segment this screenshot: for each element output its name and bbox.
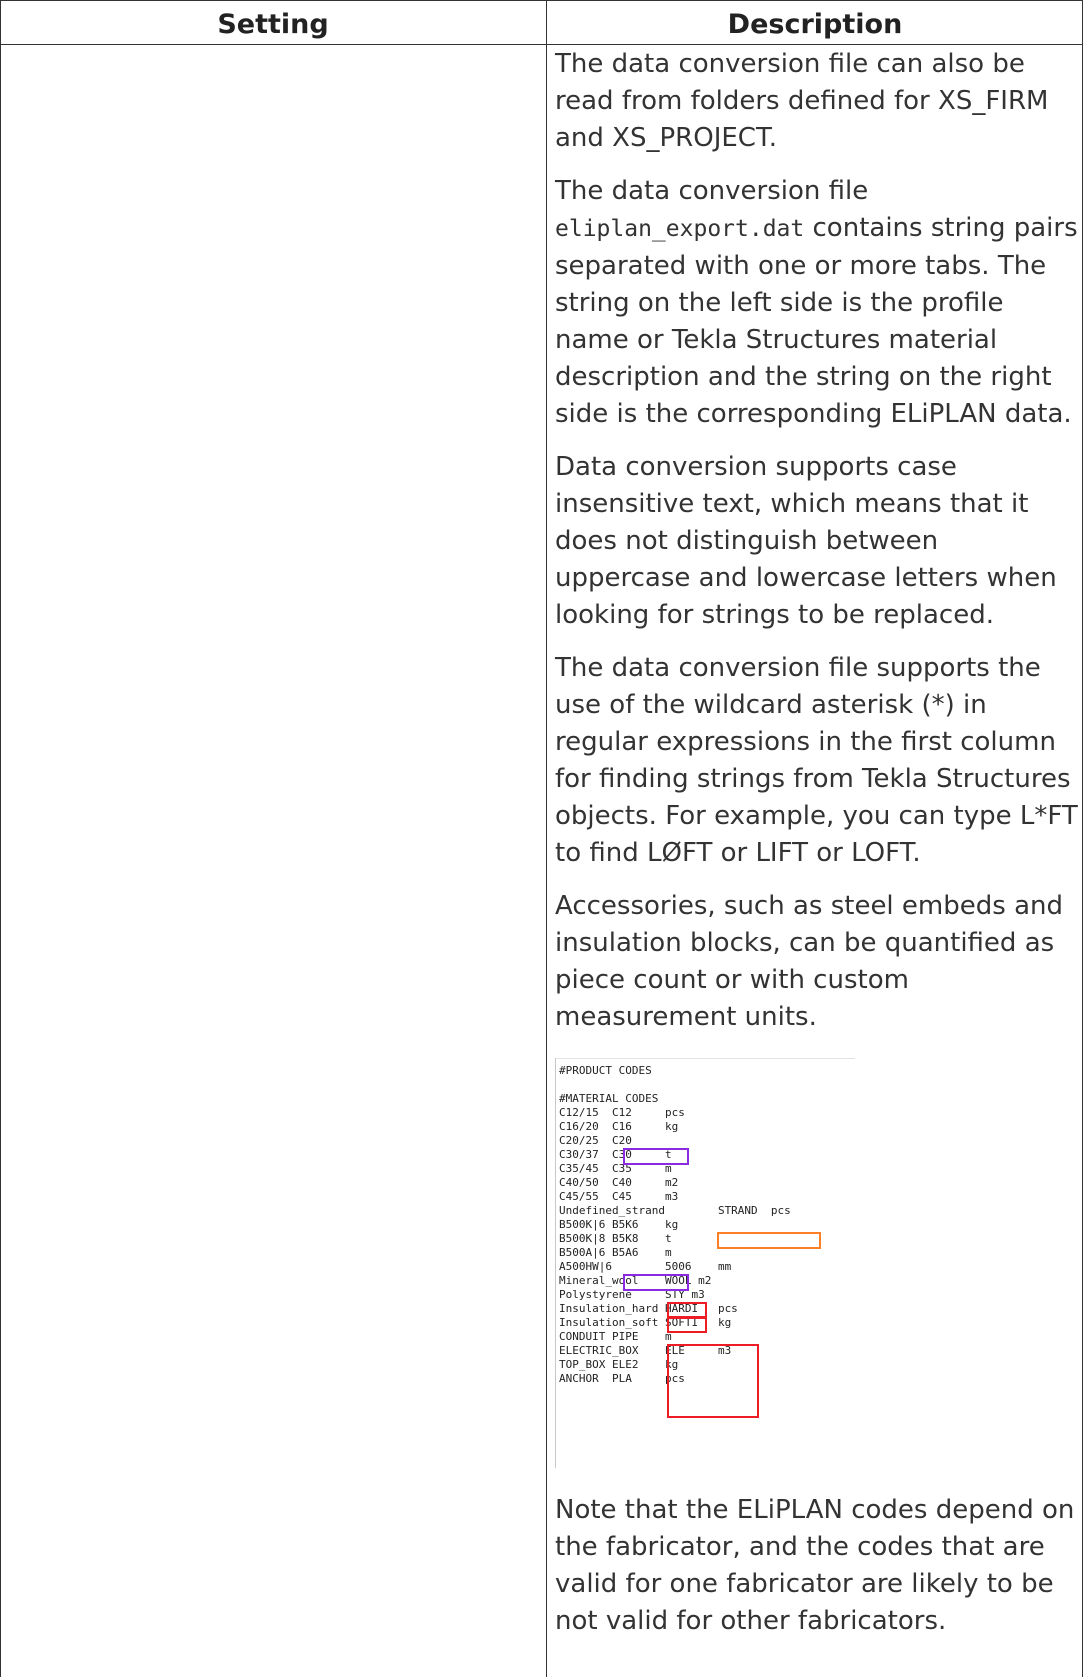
header-description: Description (727, 9, 903, 40)
table-header-row: Setting Description (0, 0, 1083, 45)
file-name-code: eliplan_export.dat (555, 216, 805, 242)
screenshot-line: C16/20 C16 kg (559, 1120, 679, 1133)
screenshot-line: A500HW|6 5006 mm (559, 1260, 732, 1273)
screenshot-line: CONDUIT PIPE m (559, 1330, 672, 1343)
highlight-box-b5k8 (623, 1274, 689, 1291)
screenshot-line: C20/25 C20 (559, 1134, 632, 1147)
highlight-box-sty (667, 1316, 707, 1333)
screenshot-line: B500K|6 B5K6 kg (559, 1218, 679, 1231)
conversion-file-screenshot: #PRODUCT CODES #MATERIAL CODES C12/15 C12 … (555, 1052, 860, 1470)
screenshot-line: C12/15 C12 pcs (559, 1106, 685, 1119)
screenshot-top-edge (555, 1058, 855, 1059)
settings-table: Setting Description The data conversion … (0, 0, 1083, 1677)
screenshot-line: ANCHOR PLA pcs (559, 1372, 685, 1385)
paragraph-case-insensitive: Data conversion supports case insensitiv… (555, 452, 1057, 630)
screenshot-line: Undefined_strand STRAND pcs (559, 1204, 791, 1217)
screenshot-line: B500K|8 B5K8 t (559, 1232, 672, 1245)
screenshot-line: C45/55 C45 m3 (559, 1190, 679, 1203)
highlight-box-strand (717, 1232, 821, 1249)
file-format-text-after: contains string pairs separated with one… (555, 213, 1078, 429)
file-format-text-before: The data conversion file (555, 176, 869, 206)
highlight-box-softi-group (667, 1344, 759, 1418)
paragraph-wildcard: The data conversion file supports the us… (555, 653, 1078, 868)
paragraph-accessories: Accessories, such as steel embeds and in… (555, 891, 1063, 1032)
description-cell: The data conversion file can also be rea… (555, 46, 1080, 1656)
header-setting: Setting (217, 9, 329, 40)
paragraph-folders: The data conversion file can also be rea… (555, 49, 1049, 153)
highlight-box-c30 (623, 1148, 689, 1165)
screenshot-line: Insulation_hard HARDI pcs (559, 1302, 738, 1315)
paragraph-file-format: The data conversion file eliplan_export.… (555, 173, 1080, 433)
screenshot-line: TOP_BOX ELE2 kg (559, 1358, 679, 1371)
screenshot-line: B500A|6 B5A6 m (559, 1246, 672, 1259)
paragraph-fabricator-note: Note that the ELiPLAN codes depend on th… (555, 1495, 1075, 1636)
screenshot-line: C40/50 C40 m2 (559, 1176, 679, 1189)
column-divider (546, 0, 547, 1677)
screenshot-line: #MATERIAL CODES (559, 1092, 659, 1105)
table-left-border (0, 0, 1, 1677)
screenshot-line: #PRODUCT CODES (559, 1064, 652, 1077)
screenshot-left-edge (555, 1058, 556, 1468)
